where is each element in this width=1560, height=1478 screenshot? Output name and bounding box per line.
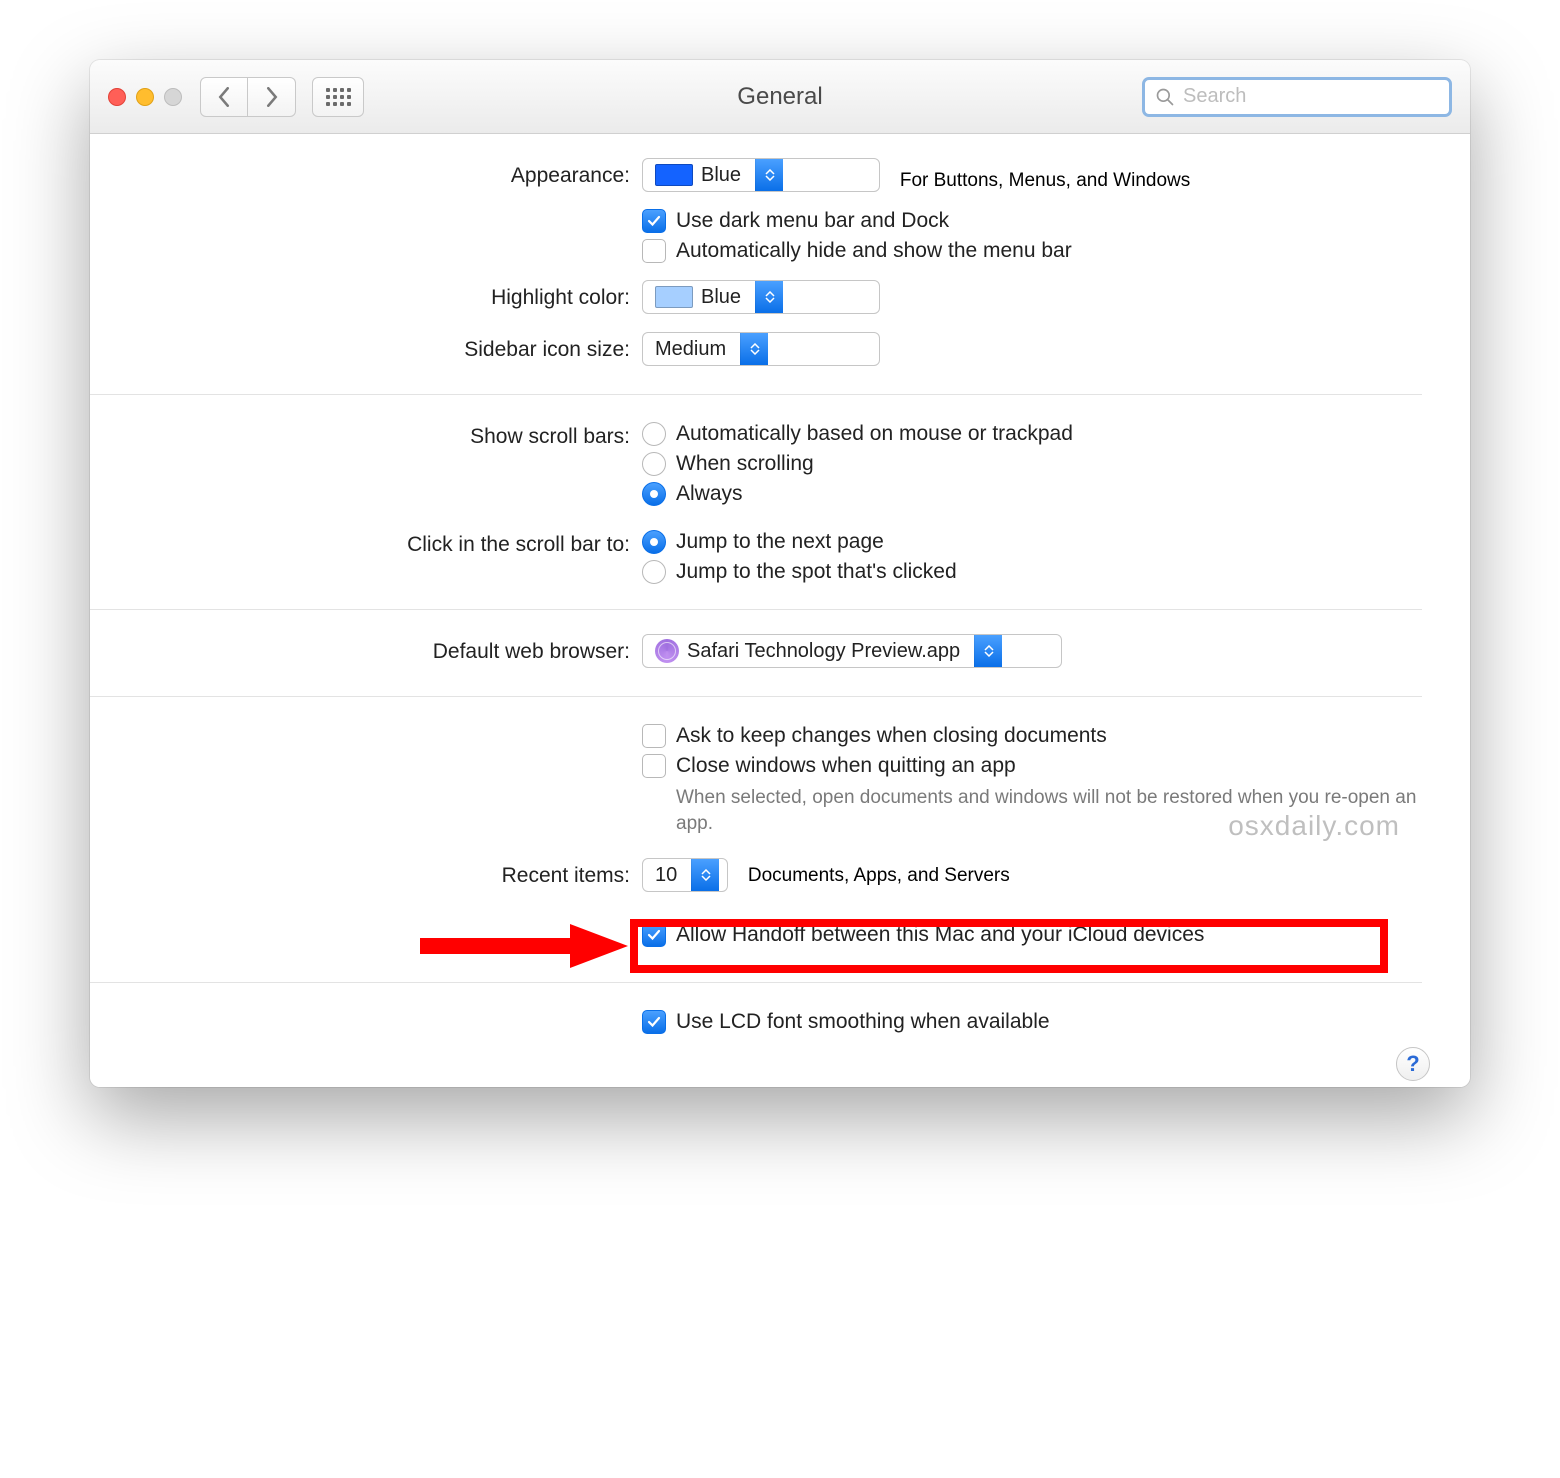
appearance-hint: For Buttons, Menus, and Windows — [900, 170, 1190, 191]
traffic-lights — [108, 88, 182, 106]
handoff-label: Allow Handoff between this Mac and your … — [676, 923, 1204, 947]
recent-popup[interactable]: 10 — [642, 858, 728, 892]
updown-arrows-icon — [755, 159, 783, 191]
sidebar-size-popup[interactable]: Medium — [642, 332, 880, 366]
safari-icon — [655, 639, 679, 663]
browser-label: Default web browser: — [90, 634, 642, 664]
minimize-window-button[interactable] — [136, 88, 154, 106]
grid-icon — [326, 88, 351, 106]
updown-arrows-icon — [691, 859, 719, 891]
help-icon: ? — [1406, 1051, 1419, 1077]
recent-value: 10 — [655, 864, 677, 887]
search-field[interactable] — [1142, 77, 1452, 117]
content-area: Appearance: Blue For Buttons, Menus, and… — [90, 134, 1470, 1087]
scroll-auto-radio[interactable]: Automatically based on mouse or trackpad — [642, 419, 1430, 449]
help-button[interactable]: ? — [1396, 1047, 1430, 1081]
lcd-label: Use LCD font smoothing when available — [676, 1010, 1050, 1034]
check-icon — [646, 213, 662, 229]
auto-hide-menu-label: Automatically hide and show the menu bar — [676, 239, 1072, 263]
scroll-when-label: When scrolling — [676, 452, 814, 476]
check-icon — [646, 1014, 662, 1030]
close-windows-checkbox[interactable]: Close windows when quitting an app — [642, 751, 1430, 781]
scroll-always-radio[interactable]: Always — [642, 479, 1430, 509]
nav-back-forward — [200, 77, 296, 117]
color-swatch-icon — [655, 164, 693, 186]
highlight-label: Highlight color: — [90, 280, 642, 310]
browser-popup[interactable]: Safari Technology Preview.app — [642, 634, 1062, 668]
appearance-value: Blue — [701, 164, 741, 187]
ask-keep-label: Ask to keep changes when closing documen… — [676, 724, 1107, 748]
updown-arrows-icon — [755, 281, 783, 313]
handoff-checkbox[interactable]: Allow Handoff between this Mac and your … — [642, 920, 1430, 950]
appearance-label: Appearance: — [90, 158, 642, 188]
dark-menu-checkbox[interactable]: Use dark menu bar and Dock — [642, 206, 1430, 236]
close-windows-label: Close windows when quitting an app — [676, 754, 1016, 778]
chevron-right-icon — [265, 87, 279, 107]
scroll-when-radio[interactable]: When scrolling — [642, 449, 1430, 479]
show-all-button[interactable] — [312, 77, 364, 117]
forward-button[interactable] — [248, 77, 296, 117]
close-window-button[interactable] — [108, 88, 126, 106]
click-next-radio[interactable]: Jump to the next page — [642, 527, 1430, 557]
sidebar-size-label: Sidebar icon size: — [90, 332, 642, 362]
titlebar: General — [90, 60, 1470, 134]
check-icon — [646, 927, 662, 943]
scroll-auto-label: Automatically based on mouse or trackpad — [676, 422, 1073, 446]
dark-menu-label: Use dark menu bar and Dock — [676, 209, 949, 233]
search-input[interactable] — [1183, 85, 1448, 108]
chevron-left-icon — [217, 87, 231, 107]
auto-hide-menu-checkbox[interactable]: Automatically hide and show the menu bar — [642, 236, 1430, 266]
zoom-window-button[interactable] — [164, 88, 182, 106]
color-swatch-icon — [655, 286, 693, 308]
click-spot-label: Jump to the spot that's clicked — [676, 560, 957, 584]
lcd-checkbox[interactable]: Use LCD font smoothing when available — [642, 1007, 1430, 1037]
highlight-popup[interactable]: Blue — [642, 280, 880, 314]
recent-label: Recent items: — [90, 858, 642, 888]
scroll-always-label: Always — [676, 482, 743, 506]
scrollbars-label: Show scroll bars: — [90, 419, 642, 449]
updown-arrows-icon — [740, 333, 768, 365]
ask-keep-checkbox[interactable]: Ask to keep changes when closing documen… — [642, 721, 1430, 751]
click-spot-radio[interactable]: Jump to the spot that's clicked — [642, 557, 1430, 587]
watermark-text: osxdaily.com — [1228, 810, 1400, 842]
highlight-value: Blue — [701, 286, 741, 309]
click-scroll-label: Click in the scroll bar to: — [90, 527, 642, 557]
recent-hint: Documents, Apps, and Servers — [748, 865, 1010, 886]
browser-value: Safari Technology Preview.app — [687, 640, 960, 663]
back-button[interactable] — [200, 77, 248, 117]
appearance-popup[interactable]: Blue — [642, 158, 880, 192]
click-next-label: Jump to the next page — [676, 530, 884, 554]
sidebar-size-value: Medium — [655, 338, 726, 361]
search-icon — [1155, 87, 1175, 107]
preferences-window: General Appearance: Blue For Butto — [90, 60, 1470, 1087]
updown-arrows-icon — [974, 635, 1002, 667]
